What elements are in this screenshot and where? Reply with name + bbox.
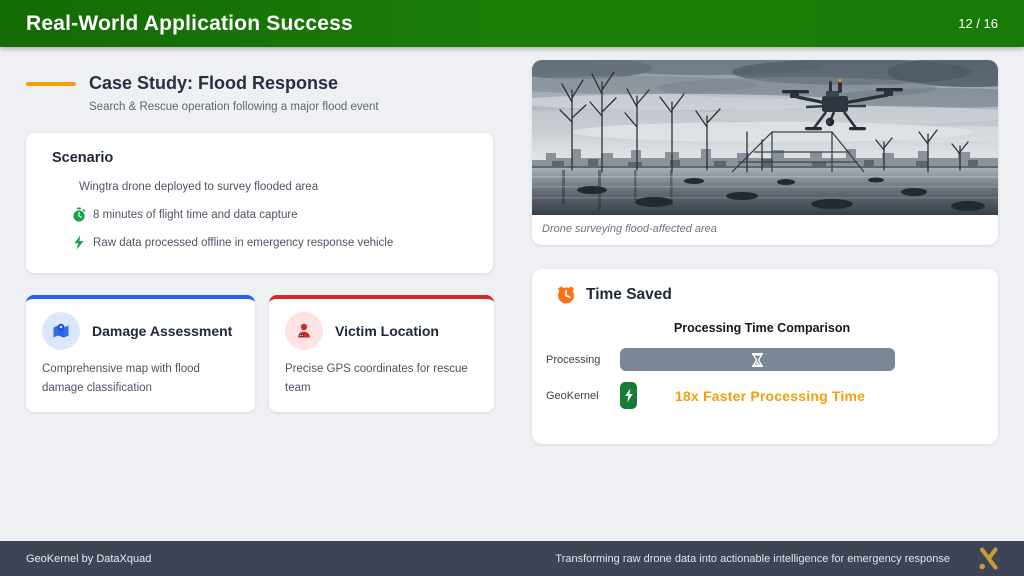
processing-row: Processing — [546, 348, 978, 371]
scenario-item-text: Wingtra drone deployed to survey flooded… — [79, 179, 318, 195]
clock-icon — [556, 285, 576, 305]
outcome-cards: Damage Assessment Comprehensive map with… — [26, 295, 493, 412]
case-study-subtitle: Search & Rescue operation following a ma… — [89, 101, 379, 113]
page-indicator: 12 / 16 — [958, 16, 998, 31]
person-icon — [285, 312, 323, 350]
geokernel-row: GeoKernel 18x Faster Processing Time — [546, 382, 978, 409]
flood-photo-image — [532, 60, 998, 215]
accent-line — [26, 82, 76, 86]
scenario-item: Raw data processed offline in emergency … — [72, 235, 469, 251]
slide-footer: GeoKernel by DataXquad Transforming raw … — [0, 541, 1024, 576]
scenario-item-text: 8 minutes of flight time and data captur… — [93, 207, 298, 223]
lightning-icon — [72, 235, 86, 250]
time-saved-header: Time Saved — [556, 285, 978, 305]
left-column: Case Study: Flood Response Search & Resc… — [26, 60, 493, 444]
geokernel-label: GeoKernel — [546, 390, 620, 402]
geokernel-result-cell: 18x Faster Processing Time — [620, 382, 978, 409]
case-study-header: Case Study: Flood Response Search & Resc… — [26, 73, 493, 113]
outcome-description: Precise GPS coordinates for rescue team — [285, 360, 478, 398]
photo-caption: Drone surveying flood-affected area — [532, 215, 998, 245]
scenario-list: Wingtra drone deployed to survey flooded… — [72, 179, 469, 251]
processing-label: Processing — [546, 354, 620, 366]
photo-card: Drone surveying flood-affected area — [532, 60, 998, 245]
outcome-card-damage: Damage Assessment Comprehensive map with… — [26, 295, 255, 412]
outcome-description: Comprehensive map with flood damage clas… — [42, 360, 239, 398]
processing-time-bar — [620, 348, 895, 371]
dataxquad-x-logo-icon — [976, 546, 1000, 571]
footer-brand: GeoKernel by DataXquad — [26, 553, 151, 565]
slide-title: Real-World Application Success — [26, 12, 353, 36]
outcome-title: Victim Location — [335, 323, 439, 339]
outcome-head: Damage Assessment — [42, 312, 239, 350]
outcome-title: Damage Assessment — [92, 323, 232, 339]
scenario-item: 8 minutes of flight time and data captur… — [72, 207, 469, 223]
slide: Real-World Application Success 12 / 16 C… — [0, 0, 1024, 576]
scenario-item: Wingtra drone deployed to survey flooded… — [72, 179, 469, 195]
scenario-item-text: Raw data processed offline in emergency … — [93, 235, 393, 251]
lightning-chip-icon — [620, 382, 637, 409]
slide-body: Case Study: Flood Response Search & Resc… — [0, 47, 1024, 444]
map-pin-icon — [42, 312, 80, 350]
outcome-head: Victim Location — [285, 312, 478, 350]
case-study-title: Case Study: Flood Response — [89, 73, 379, 94]
case-study-titles: Case Study: Flood Response Search & Resc… — [89, 73, 379, 113]
scenario-card: Scenario Wingtra drone deployed to surve… — [26, 133, 493, 273]
time-saved-card: Time Saved Processing Time Comparison Pr… — [532, 269, 998, 444]
time-saved-title: Time Saved — [586, 286, 672, 304]
slide-header: Real-World Application Success 12 / 16 — [0, 0, 1024, 47]
right-column: Drone surveying flood-affected area Time… — [532, 60, 998, 444]
scenario-title: Scenario — [52, 150, 469, 166]
hourglass-icon — [752, 353, 763, 367]
outcome-card-victim: Victim Location Precise GPS coordinates … — [269, 295, 494, 412]
footer-tagline: Transforming raw drone data into actiona… — [555, 553, 950, 565]
speedup-text: 18x Faster Processing Time — [675, 388, 865, 404]
stopwatch-icon — [72, 207, 86, 222]
comparison-title: Processing Time Comparison — [546, 321, 978, 335]
